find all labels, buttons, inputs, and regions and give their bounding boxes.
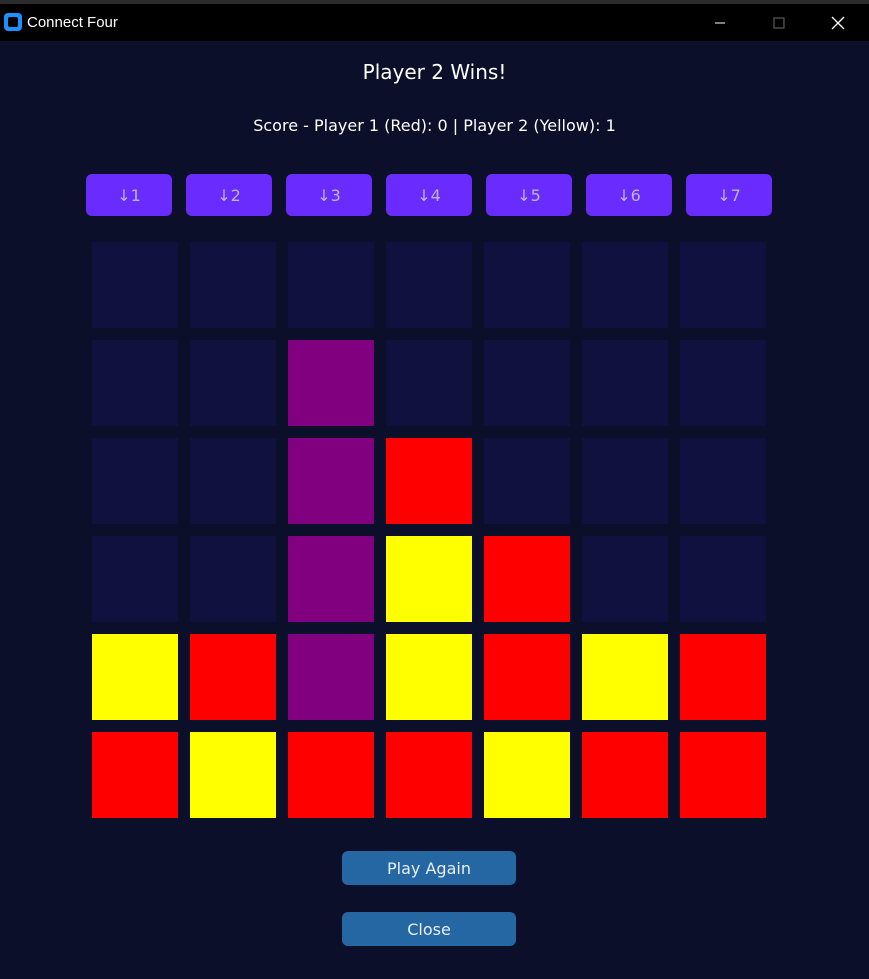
- board-cell-red: [582, 732, 668, 818]
- board-cell-empty: [582, 536, 668, 622]
- play-again-button[interactable]: Play Again: [342, 851, 516, 885]
- board-cell-empty: [92, 340, 178, 426]
- board-cell-empty: [680, 536, 766, 622]
- close-icon: [831, 16, 845, 29]
- board-cell-yellow: [92, 634, 178, 720]
- drop-column-6-button[interactable]: ↓6: [586, 174, 672, 216]
- board-cell-red: [92, 732, 178, 818]
- board-cell-yellow: [386, 634, 472, 720]
- board-cell-red: [386, 732, 472, 818]
- minimize-icon: [715, 22, 725, 23]
- drop-column-3-button[interactable]: ↓3: [286, 174, 372, 216]
- drop-column-4-button[interactable]: ↓4: [386, 174, 472, 216]
- minimize-button[interactable]: [692, 4, 748, 41]
- board-cell-empty: [484, 242, 570, 328]
- drop-column-1-button[interactable]: ↓1: [86, 174, 172, 216]
- board-cell-red: [288, 732, 374, 818]
- board-cell-empty: [680, 242, 766, 328]
- board-cell-empty: [582, 340, 668, 426]
- board-cell-red: [680, 732, 766, 818]
- board-cell-empty: [386, 242, 472, 328]
- board-cell-empty: [92, 242, 178, 328]
- board-cell-winning: [288, 438, 374, 524]
- score-label: Score - Player 1 (Red): 0 | Player 2 (Ye…: [253, 116, 616, 135]
- board-cell-empty: [190, 340, 276, 426]
- title-bar[interactable]: Connect Four: [0, 4, 869, 41]
- close-window-button[interactable]: [810, 4, 866, 41]
- board-cell-empty: [582, 438, 668, 524]
- board-cell-empty: [190, 438, 276, 524]
- board-cell-winning: [288, 536, 374, 622]
- drop-column-2-button[interactable]: ↓2: [186, 174, 272, 216]
- window-title: Connect Four: [27, 14, 118, 31]
- board-cell-empty: [484, 438, 570, 524]
- board-cell-yellow: [582, 634, 668, 720]
- board-cell-empty: [582, 242, 668, 328]
- board-cell-red: [386, 438, 472, 524]
- app-icon: [4, 13, 22, 31]
- board-cell-empty: [484, 340, 570, 426]
- board-cell-empty: [288, 242, 374, 328]
- drop-column-7-button[interactable]: ↓7: [686, 174, 772, 216]
- board-cell-empty: [386, 340, 472, 426]
- board-cell-empty: [190, 242, 276, 328]
- board-cell-yellow: [484, 732, 570, 818]
- board-cell-red: [484, 634, 570, 720]
- board-cell-empty: [680, 438, 766, 524]
- close-button[interactable]: Close: [342, 912, 516, 946]
- maximize-icon: [773, 17, 785, 28]
- drop-column-5-button[interactable]: ↓5: [486, 174, 572, 216]
- board-cell-winning: [288, 340, 374, 426]
- board-cell-yellow: [190, 732, 276, 818]
- game-status: Player 2 Wins!: [362, 60, 507, 84]
- board-cell-empty: [92, 438, 178, 524]
- board-cell-yellow: [386, 536, 472, 622]
- board-cell-red: [680, 634, 766, 720]
- board-cell-empty: [92, 536, 178, 622]
- maximize-button[interactable]: [751, 4, 807, 41]
- board-cell-winning: [288, 634, 374, 720]
- board-cell-red: [484, 536, 570, 622]
- board-cell-empty: [190, 536, 276, 622]
- board-cell-red: [190, 634, 276, 720]
- board-cell-empty: [680, 340, 766, 426]
